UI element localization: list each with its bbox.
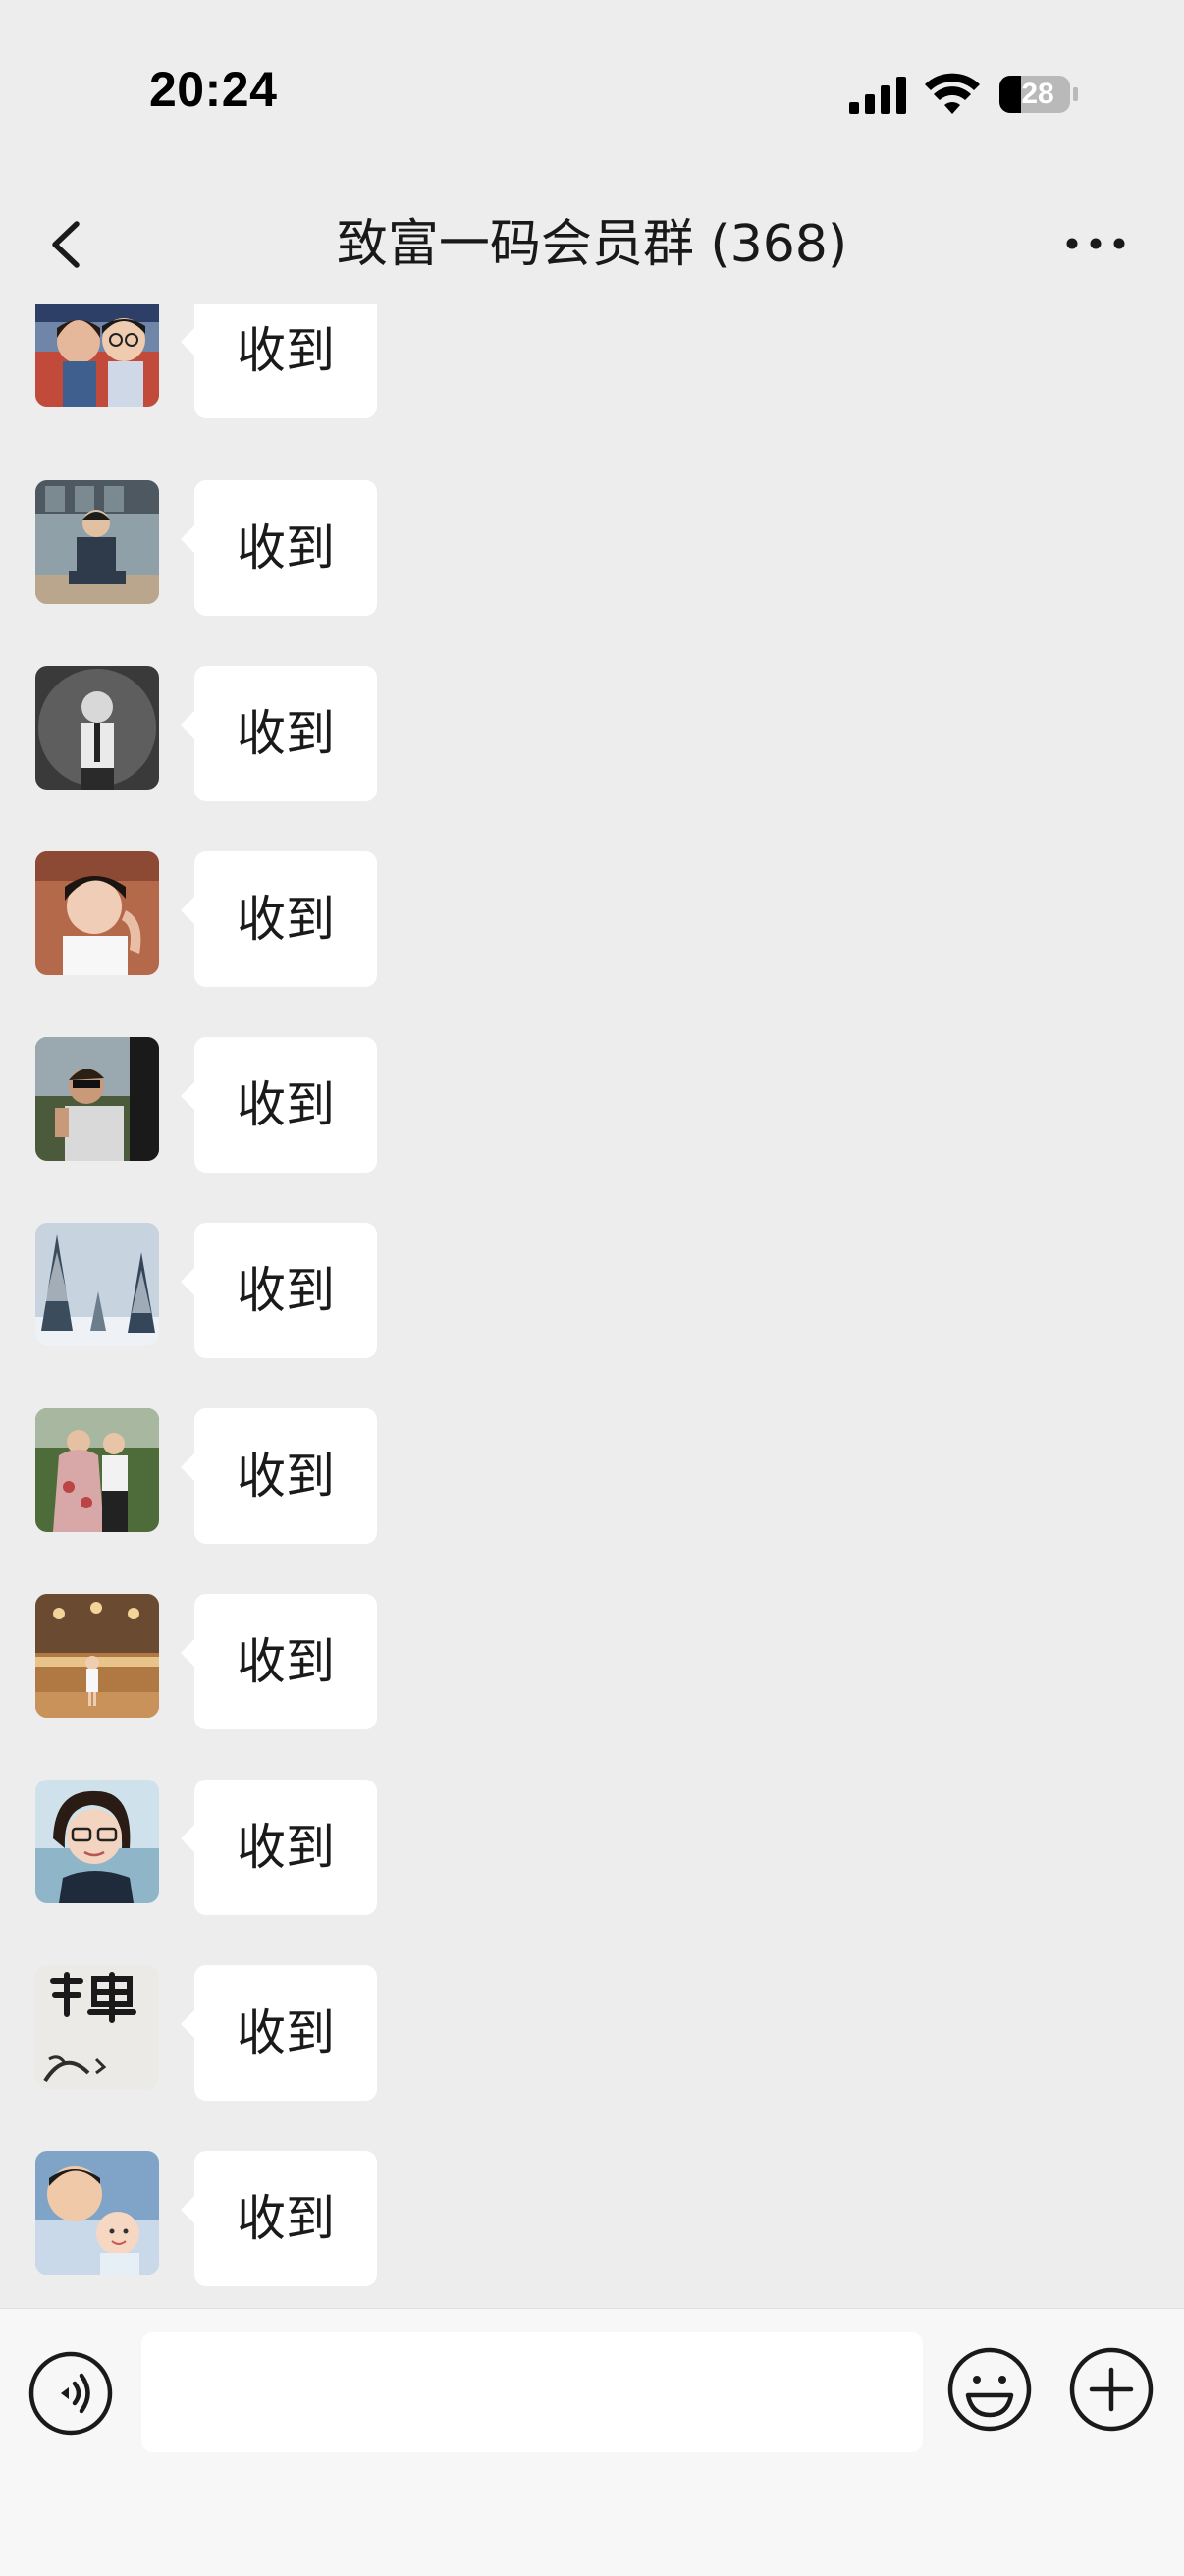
message-row: 收到 [0, 480, 1184, 618]
man-sitting-avatar[interactable] [35, 480, 159, 604]
message-text: 收到 [237, 1076, 335, 1133]
message-bubble[interactable]: 收到 [181, 1408, 377, 1544]
plus-icon[interactable] [1068, 2346, 1155, 2433]
status-bar: 20:24 28 [0, 0, 1184, 187]
more-dots-icon[interactable] [1064, 232, 1127, 255]
man-sunglasses-avatar[interactable] [35, 1037, 159, 1161]
message-bubble[interactable]: 收到 [181, 304, 377, 418]
message-row: 收到 [0, 1408, 1184, 1546]
message-text: 收到 [237, 891, 335, 948]
message-text: 收到 [237, 705, 335, 762]
zen-calligraphy-avatar[interactable] [35, 1965, 159, 2089]
voice-icon[interactable] [27, 2350, 114, 2437]
message-row: 收到 [0, 2151, 1184, 2288]
signal-icon [849, 77, 906, 114]
input-bar [0, 2308, 1184, 2576]
message-bubble[interactable]: 收到 [181, 2151, 377, 2286]
message-list[interactable]: 收到 收到 收到 收到 收到 收到 收到 收到 收到 收到 收到 [0, 304, 1184, 2308]
selfie-man-avatar[interactable] [35, 851, 159, 975]
message-row: 收到 [0, 851, 1184, 989]
message-bubble[interactable]: 收到 [181, 1594, 377, 1729]
child-bw-avatar[interactable] [35, 666, 159, 790]
message-text: 收到 [237, 2004, 335, 2061]
message-text: 收到 [237, 520, 335, 576]
nav-bar: 致富一码会员群 (368) [0, 187, 1184, 304]
wifi-icon [925, 73, 980, 114]
message-row: 收到 [0, 304, 1184, 420]
message-bubble[interactable]: 收到 [181, 1965, 377, 2101]
message-row: 收到 [0, 1965, 1184, 2103]
battery-level: 28 [1021, 78, 1054, 110]
hall-child-avatar[interactable] [35, 1594, 159, 1718]
message-bubble[interactable]: 收到 [181, 851, 377, 987]
message-text: 收到 [237, 322, 335, 379]
status-time: 20:24 [149, 62, 278, 117]
message-bubble[interactable]: 收到 [181, 666, 377, 801]
chevron-left-icon[interactable] [45, 212, 88, 277]
couple-avatar[interactable] [35, 304, 159, 407]
message-bubble[interactable]: 收到 [181, 1223, 377, 1358]
message-bubble[interactable]: 收到 [181, 1037, 377, 1173]
snowy-trees-avatar[interactable] [35, 1223, 159, 1346]
message-bubble[interactable]: 收到 [181, 1780, 377, 1915]
message-text: 收到 [237, 1448, 335, 1505]
outdoor-couple-avatar[interactable] [35, 1408, 159, 1532]
message-text: 收到 [237, 1262, 335, 1319]
message-text: 收到 [237, 2190, 335, 2247]
message-row: 收到 [0, 1780, 1184, 1917]
message-input[interactable] [141, 2332, 923, 2452]
message-row: 收到 [0, 666, 1184, 803]
message-text: 收到 [237, 1633, 335, 1690]
father-baby-avatar[interactable] [35, 2151, 159, 2275]
message-row: 收到 [0, 1037, 1184, 1175]
message-text: 收到 [237, 1819, 335, 1876]
message-row: 收到 [0, 1594, 1184, 1731]
message-bubble[interactable]: 收到 [181, 480, 377, 616]
woman-glasses-avatar[interactable] [35, 1780, 159, 1903]
message-row: 收到 [0, 1223, 1184, 1360]
emoji-icon[interactable] [946, 2346, 1033, 2433]
chat-title: 致富一码会员群 (368) [336, 215, 848, 274]
